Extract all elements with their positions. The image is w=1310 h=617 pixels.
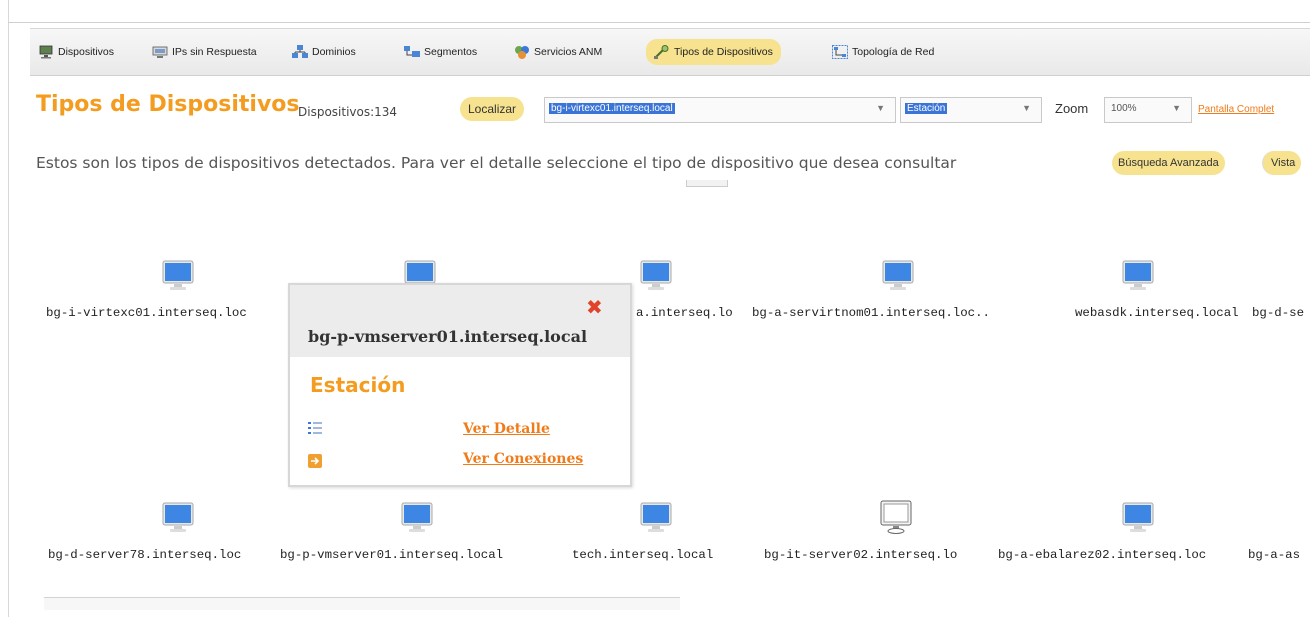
device-label[interactable]: webasdk.interseq.local <box>1075 306 1239 320</box>
device-popup: ✖ bg-p-vmserver01.interseq.local Estació… <box>288 283 632 487</box>
top-divider <box>8 22 1310 23</box>
localizar-value: bg-i-virtexc01.interseq.local <box>549 103 675 114</box>
toolbar-label: Dispositivos <box>58 46 115 58</box>
monitor-warning-icon <box>152 46 168 58</box>
main-toolbar: Dispositivos IPs sin Respuesta Dominios … <box>30 28 1310 76</box>
ver-conexiones-link[interactable]: Ver Conexiones <box>463 451 583 467</box>
connections-arrow-icon <box>308 454 322 468</box>
toolbar-label: Segmentos <box>424 46 478 58</box>
device-label[interactable]: bg-it-server02.interseq.lo <box>764 548 957 562</box>
device-label[interactable]: bg-p-vmserver01.interseq.local <box>280 548 503 562</box>
monitor-network-icon <box>39 45 53 59</box>
horizontal-scrollbar[interactable] <box>44 597 680 610</box>
device-label[interactable]: bg-d-server78.interseq.loc <box>48 548 241 562</box>
toolbar-dispositivos[interactable]: Dispositivos <box>38 41 114 63</box>
toolbar-label: IPs sin Respuesta <box>172 46 257 58</box>
localizar-label: Localizar <box>460 97 525 121</box>
monitor-icon[interactable] <box>399 500 435 536</box>
toolbar-label: Tipos de Dispositivos <box>674 46 773 58</box>
zoom-select[interactable]: 100% ▼ <box>1104 97 1192 123</box>
vista-button[interactable]: Vista <box>1262 151 1302 175</box>
domain-network-icon <box>292 45 308 58</box>
monitor-icon[interactable] <box>638 500 674 536</box>
segments-icon <box>404 46 420 57</box>
toolbar-label: Servicios ANM <box>534 46 603 58</box>
device-count: Dispositivos:134 <box>298 105 398 119</box>
device-label[interactable]: bg-d-se <box>1252 306 1304 320</box>
toolbar-ips-sin-respuesta[interactable]: IPs sin Respuesta <box>152 41 257 63</box>
monitor-offline-icon[interactable] <box>878 498 914 534</box>
toolbar-segmentos[interactable]: Segmentos <box>404 41 477 63</box>
page-title: Tipos de Dispositivos <box>36 92 300 117</box>
monitor-icon[interactable] <box>160 258 196 294</box>
toolbar-dominios[interactable]: Dominios <box>292 41 356 63</box>
popup-hostname: bg-p-vmserver01.interseq.local <box>308 327 588 346</box>
popup-device-type: Estación <box>310 373 406 397</box>
advanced-search-button[interactable]: Búsqueda Avanzada <box>1112 151 1225 175</box>
toolbar-tipos-de-dispositivos[interactable]: Tipos de Dispositivos <box>646 39 781 65</box>
ver-detalle-link[interactable]: Ver Detalle <box>463 421 550 437</box>
type-select[interactable]: Estación ▼ <box>900 97 1042 123</box>
toolbar-topologia-de-red[interactable]: Topología de Red <box>832 41 934 63</box>
topology-icon <box>832 45 848 59</box>
monitor-icon[interactable] <box>160 500 196 536</box>
device-label[interactable]: bg-a-servirtnom01.interseq.loc.. <box>752 306 990 320</box>
chevron-down-icon: ▼ <box>1022 103 1031 113</box>
toolbar-servicios-anm[interactable]: Servicios ANM <box>514 41 602 63</box>
chevron-down-icon: ▼ <box>1172 103 1181 113</box>
monitor-icon[interactable] <box>638 258 674 294</box>
monitor-icon[interactable] <box>880 258 916 294</box>
toolbar-label: Topología de Red <box>852 46 935 58</box>
zoom-value: 100% <box>1111 103 1137 114</box>
toolbar-label: Dominios <box>312 46 356 58</box>
device-label[interactable]: bg-i-virtexc01.interseq.loc <box>46 306 247 320</box>
description-text: Estos son los tipos de dispositivos dete… <box>36 154 957 172</box>
fullscreen-link[interactable]: Pantalla Complet <box>1198 104 1274 115</box>
device-label[interactable]: bg-a-ebalarez02.interseq.loc <box>998 548 1206 562</box>
device-label[interactable]: tech.interseq.local <box>572 548 713 562</box>
device-types-icon <box>654 45 669 59</box>
collapse-handle[interactable] <box>686 180 728 187</box>
monitor-icon[interactable] <box>1120 500 1156 536</box>
type-value: Estación <box>905 103 948 114</box>
chevron-down-icon: ▼ <box>876 103 885 113</box>
monitor-icon[interactable] <box>1120 258 1156 294</box>
services-icon <box>515 46 529 59</box>
popup-header <box>290 285 630 357</box>
device-label[interactable]: a.interseq.lo <box>636 306 733 320</box>
close-icon[interactable]: ✖ <box>586 297 603 317</box>
list-detail-icon <box>308 422 322 434</box>
localizar-select[interactable]: bg-i-virtexc01.interseq.local ▼ <box>544 97 896 123</box>
device-label[interactable]: bg-a-as <box>1248 548 1300 562</box>
zoom-label: Zoom <box>1055 101 1089 116</box>
